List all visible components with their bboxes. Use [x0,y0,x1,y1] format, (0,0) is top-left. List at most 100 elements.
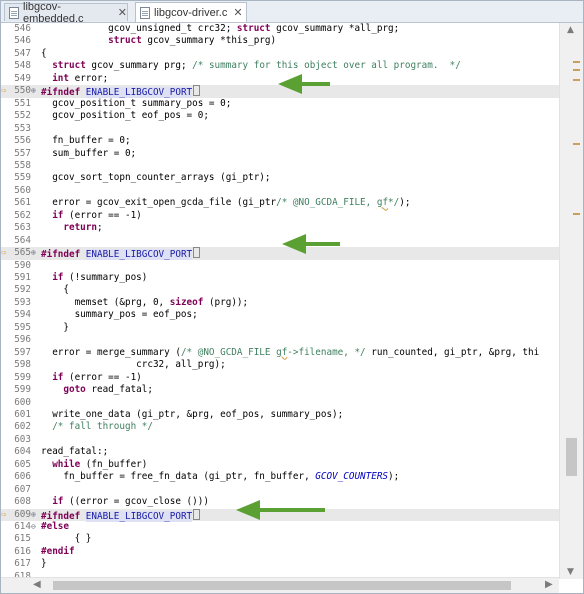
tab-libgcov-embedded[interactable]: libgcov-embedded.c ✕ [4,1,128,25]
code-line[interactable]: 595 } [1,322,559,334]
code-text[interactable]: summary_pos = eof_pos; [41,309,198,321]
code-text[interactable]: fn_buffer = free_fn_data (gi_ptr, fn_buf… [41,471,399,483]
code-text[interactable]: gcov_position_t eof_pos = 0; [41,110,209,122]
code-line[interactable]: 592 { [1,284,559,296]
code-line[interactable]: 553 [1,123,559,135]
code-text[interactable]: error = merge_summary (/* @NO_GCDA_FILE … [41,347,539,359]
code-line[interactable]: 601 write_one_data (gi_ptr, &prg, eof_po… [1,409,559,421]
close-icon[interactable]: ✕ [233,6,242,19]
code-text[interactable]: gcov_sort_topn_counter_arrays (gi_ptr); [41,172,270,184]
line-number: 562 [14,209,31,221]
code-line[interactable]: 549 int error; [1,73,559,85]
code-line[interactable]: 599 goto read_fatal; [1,384,559,396]
code-text[interactable]: } [41,558,47,570]
code-text[interactable]: sum_buffer = 0; [41,148,136,160]
code-text[interactable]: read_fatal:; [41,446,108,458]
overview-ruler-mark[interactable] [573,143,580,145]
code-line[interactable]: 607 [1,484,559,496]
overview-ruler-mark[interactable] [573,69,580,71]
code-editor[interactable]: 546 gcov_unsigned_t crc32; struct gcov_s… [1,23,559,577]
code-line[interactable]: 596 [1,334,559,346]
code-line[interactable]: 597 error = merge_summary (/* @NO_GCDA_F… [1,347,559,359]
code-line[interactable]: 564 [1,235,559,247]
code-text[interactable]: int error; [41,73,108,85]
code-line[interactable]: 548 struct gcov_summary prg; /* summary … [1,60,559,72]
code-line[interactable]: 617} [1,558,559,570]
code-text[interactable]: write_one_data (gi_ptr, &prg, eof_pos, s… [41,409,343,421]
code-line[interactable]: ⇨ 609 ⊕ #ifndef ENABLE_LIBGCOV_PORT [1,508,559,522]
code-line[interactable]: 546 struct gcov_summary *this_prg) [1,35,559,47]
code-line[interactable]: 590 [1,260,559,272]
fold-collapse-icon[interactable]: ⊖ [31,521,39,533]
code-line[interactable]: 556 fn_buffer = 0; [1,135,559,147]
horizontal-scroll-thumb[interactable] [53,581,511,590]
code-text[interactable]: error = gcov_exit_open_gcda_file (gi_ptr… [41,197,410,209]
close-icon[interactable]: ✕ [118,6,127,19]
code-line[interactable]: 558 [1,160,559,172]
code-text[interactable]: while (fn_buffer) [41,459,147,471]
line-number: 547 [14,47,31,59]
code-line[interactable]: 593 memset (&prg, 0, sizeof (prg)); [1,297,559,309]
code-text[interactable]: if (error == -1) [41,372,142,384]
code-text[interactable]: { [41,48,47,60]
overview-ruler-mark[interactable] [573,61,580,63]
code-line[interactable]: 561 error = gcov_exit_open_gcda_file (gi… [1,197,559,209]
code-line[interactable]: 591 if (!summary_pos) [1,272,559,284]
tab-label: libgcov-embedded.c [23,0,84,25]
code-line[interactable]: 602 /* fall through */ [1,421,559,433]
code-line[interactable]: 600 [1,397,559,409]
code-text[interactable]: crc32, all_prg); [41,359,226,371]
fold-expand-icon[interactable]: ⊕ [31,509,39,521]
horizontal-scrollbar[interactable]: ◀ ▶ [1,577,559,593]
code-line[interactable]: ⇨ 550 ⊕ #ifndef ENABLE_LIBGCOV_PORT [1,85,559,99]
code-line[interactable]: 552 gcov_position_t eof_pos = 0; [1,110,559,122]
code-line[interactable]: 603 [1,434,559,446]
code-line[interactable]: 615 { } [1,533,559,545]
code-line[interactable]: 594 summary_pos = eof_pos; [1,309,559,321]
line-number: 616 [14,545,31,557]
overview-ruler-mark[interactable] [573,79,580,81]
code-line[interactable]: 605 while (fn_buffer) [1,459,559,471]
code-line[interactable]: 606 fn_buffer = free_fn_data (gi_ptr, fn… [1,471,559,483]
code-text[interactable]: if (!summary_pos) [41,272,147,284]
code-text[interactable]: return; [41,222,102,234]
code-text[interactable]: goto read_fatal; [41,384,153,396]
code-line[interactable]: 608 if ((error = gcov_close ())) [1,496,559,508]
code-line[interactable]: 614 ⊖ #else [1,521,559,533]
code-text[interactable]: #else [41,521,69,533]
fold-expand-icon[interactable]: ⊕ [31,85,39,97]
code-text[interactable]: if (error == -1) [41,210,142,222]
code-text[interactable]: #endif [41,546,75,558]
code-text[interactable]: /* fall through */ [41,421,153,433]
tab-label: libgcov-driver.c [154,6,228,19]
code-line[interactable]: 547 { [1,48,559,60]
code-text[interactable]: gcov_position_t summary_pos = 0; [41,98,231,110]
code-text[interactable]: } [41,322,69,334]
scroll-left-icon[interactable]: ◀ [33,579,41,590]
code-line[interactable]: 563 return; [1,222,559,234]
code-text[interactable]: gcov_unsigned_t crc32; struct gcov_summa… [41,23,399,35]
code-line[interactable]: 560 [1,185,559,197]
code-line[interactable]: 551 gcov_position_t summary_pos = 0; [1,98,559,110]
code-line[interactable]: ⇨ 565 ⊕ #ifndef ENABLE_LIBGCOV_PORT [1,247,559,261]
code-line[interactable]: 559 gcov_sort_topn_counter_arrays (gi_pt… [1,172,559,184]
code-text[interactable]: fn_buffer = 0; [41,135,130,147]
code-line[interactable]: 599 if (error == -1) [1,372,559,384]
code-text[interactable]: if ((error = gcov_close ())) [41,496,209,508]
code-line[interactable]: 557 sum_buffer = 0; [1,148,559,160]
code-text[interactable]: struct gcov_summary *this_prg) [41,35,276,47]
overview-ruler[interactable] [573,23,581,579]
code-line[interactable]: 598 crc32, all_prg); [1,359,559,371]
code-text[interactable]: struct gcov_summary prg; /* summary for … [41,60,461,72]
code-line[interactable]: 616 #endif [1,546,559,558]
code-line[interactable]: 604 read_fatal:; [1,446,559,458]
code-line[interactable]: 546 gcov_unsigned_t crc32; struct gcov_s… [1,23,559,35]
overview-ruler-mark[interactable] [573,213,580,215]
fold-expand-icon[interactable]: ⊕ [31,247,39,259]
scroll-right-icon[interactable]: ▶ [545,579,553,590]
code-text[interactable]: { } [41,533,92,545]
code-text[interactable]: { [41,284,69,296]
code-text[interactable]: memset (&prg, 0, sizeof (prg)); [41,297,249,309]
tab-libgcov-driver[interactable]: libgcov-driver.c ✕ [135,2,247,22]
code-line[interactable]: 562 if (error == -1) [1,210,559,222]
